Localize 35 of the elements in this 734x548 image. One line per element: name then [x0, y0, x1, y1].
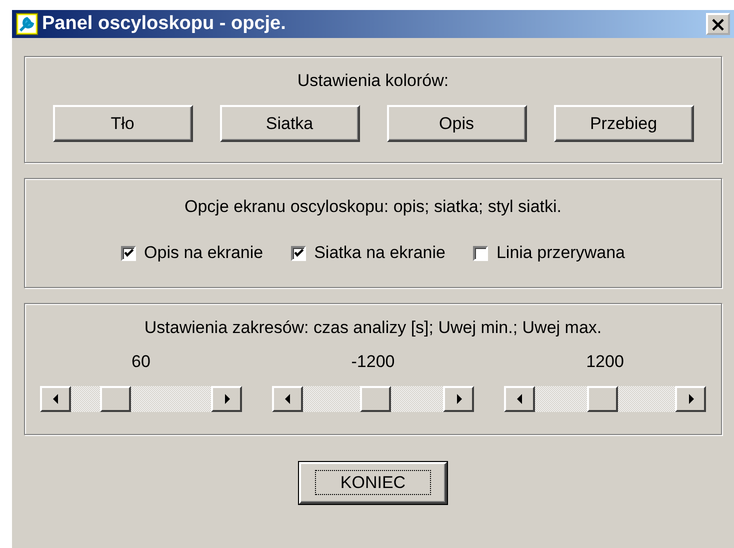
checkbox[interactable]: [291, 246, 306, 260]
left-triangle-icon: [516, 394, 522, 404]
left-triangle-icon: [52, 394, 58, 404]
color-button[interactable]: Przebieg: [554, 105, 694, 142]
slider-value: 1200: [586, 352, 624, 372]
right-triangle-icon: [456, 394, 462, 404]
right-triangle-icon: [224, 394, 230, 404]
section-heading: Ustawienia zakresów: czas analizy [s]; Uwej min.; Uwej max.: [144, 318, 602, 338]
left-arrow-button[interactable]: [504, 386, 535, 412]
color-button[interactable]: Opis: [386, 105, 526, 142]
close-button[interactable]: ×: [706, 13, 730, 35]
right-arrow-button[interactable]: [211, 386, 242, 412]
window-title: Panel oscyloskopu - opcje.: [42, 13, 287, 35]
end-button[interactable]: KONIEC: [299, 462, 447, 504]
slider-thumb[interactable]: [100, 386, 132, 412]
section-heading: Ustawienia kolorów:: [297, 71, 449, 91]
checkbox[interactable]: [473, 246, 488, 260]
left-arrow-button[interactable]: [272, 386, 303, 412]
color-button[interactable]: Siatka: [220, 105, 360, 142]
color-button[interactable]: Tło: [52, 105, 192, 142]
left-arrow-button[interactable]: [40, 386, 71, 412]
slider-value: 60: [132, 352, 150, 372]
section-heading: Opcje ekranu oscyloskopu: opis; siatka; styl siatki.: [184, 197, 562, 217]
left-triangle-icon: [284, 394, 290, 404]
wrench-icon: [16, 13, 38, 35]
right-arrow-button[interactable]: [443, 386, 474, 412]
right-arrow-button[interactable]: [675, 386, 706, 412]
checkbox-label: Opis na ekranie: [144, 243, 264, 263]
checkbox-label: Siatka na ekranie: [314, 243, 446, 263]
slider-thumb[interactable]: [587, 386, 618, 412]
checkbox-label: Linia przerywana: [496, 243, 625, 263]
slider-value: -1200: [351, 352, 395, 372]
checkbox[interactable]: [121, 246, 136, 260]
right-triangle-icon: [688, 394, 694, 404]
slider-thumb[interactable]: [360, 386, 391, 412]
